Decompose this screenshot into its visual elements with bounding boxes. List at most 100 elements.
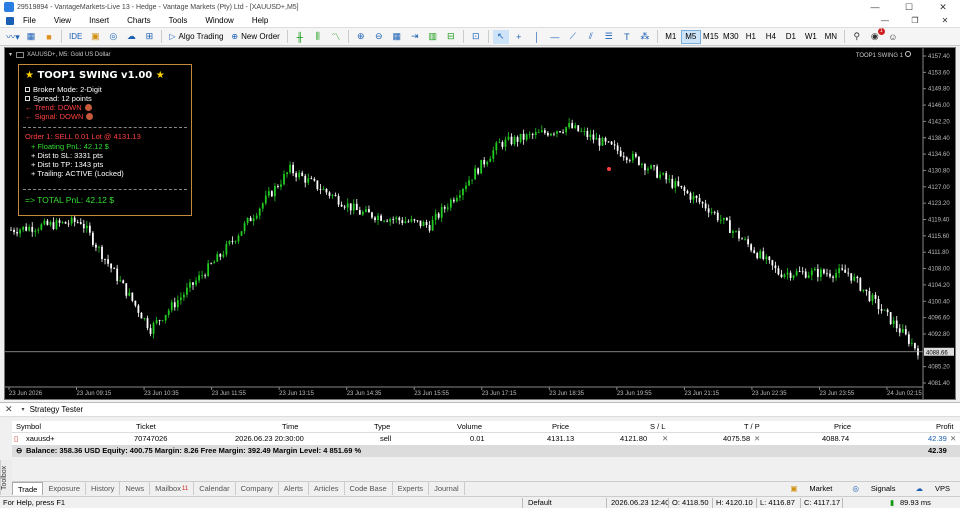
candle-chart-icon[interactable]: ⫼ <box>310 30 326 44</box>
tab-journal[interactable]: Journal <box>429 482 465 495</box>
candle-body <box>483 159 486 165</box>
horizontal-line-icon[interactable]: — <box>547 30 563 44</box>
tf-m5[interactable]: M5 <box>680 29 701 44</box>
toolbox-side-label[interactable]: Toolbox <box>0 460 12 495</box>
text-icon[interactable]: T <box>619 30 635 44</box>
tab-mailbox[interactable]: Mailbox 11 <box>150 482 195 495</box>
ea-name-label[interactable]: TOOP1 SWING 1 <box>856 51 911 59</box>
line-chart-icon[interactable]: 〽 <box>328 30 344 44</box>
tab-articles[interactable]: Articles <box>309 482 345 495</box>
profiles-icon[interactable]: ■ <box>41 30 57 44</box>
strategy-tester-label[interactable]: Strategy Tester <box>30 405 84 414</box>
candle-body <box>252 218 255 222</box>
strategy-tester-icon[interactable]: ⊞ <box>141 30 157 44</box>
candle-body <box>692 195 695 200</box>
tab-trade[interactable]: Trade <box>12 482 44 495</box>
child-minimize-button[interactable]: — <box>870 16 900 25</box>
candle-body <box>352 203 355 211</box>
trendline-icon[interactable]: ⟋ <box>565 30 581 44</box>
candle-body <box>853 276 856 281</box>
fibonacci-icon[interactable]: ☰ <box>601 30 617 44</box>
chart-type-icon[interactable]: 〰▾ <box>5 30 21 44</box>
tf-w1[interactable]: W1 <box>801 30 821 44</box>
tab-alerts[interactable]: Alerts <box>279 482 309 495</box>
price-chart[interactable]: 4157.40 4153.60 4149.80 4146.00 4142.20 4138.… <box>4 47 956 400</box>
child-close-button[interactable]: ✕ <box>930 16 960 25</box>
tf-h4[interactable]: H4 <box>761 30 781 44</box>
tf-m1[interactable]: M1 <box>661 30 681 44</box>
tab-calendar[interactable]: Calendar <box>194 482 236 495</box>
screenshot-icon[interactable]: ⊡ <box>468 30 484 44</box>
cell-tp[interactable]: 4075.58 <box>723 434 750 443</box>
child-restore-button[interactable]: ❐ <box>900 16 930 25</box>
menu-insert[interactable]: Insert <box>80 16 118 25</box>
menu-window[interactable]: Window <box>196 16 242 25</box>
col-current-price[interactable]: Price <box>834 422 851 431</box>
col-ticket[interactable]: Ticket <box>136 422 156 431</box>
chart-shift-icon[interactable]: ▥ <box>425 30 441 44</box>
bar-chart-icon[interactable]: ╫ <box>292 30 308 44</box>
table-row[interactable]: ▯ xauusd+ 70747026 2026.06.23 20:30:00 s… <box>12 433 960 445</box>
notifications-icon[interactable]: ◉ 1 <box>867 27 885 44</box>
chart-menu-arrow-icon[interactable]: ▾ <box>9 51 12 58</box>
cell-sl[interactable]: 4121.80 <box>620 434 647 443</box>
account-icon[interactable]: ☺ <box>885 30 901 44</box>
sl-remove-icon[interactable]: ✕ <box>662 434 668 443</box>
grid-icon[interactable]: ▦ <box>389 30 405 44</box>
close-position-icon[interactable]: ✕ <box>950 434 956 443</box>
col-symbol[interactable]: Symbol <box>16 422 41 431</box>
signals-icon[interactable]: ◎ <box>105 30 121 44</box>
tf-m15[interactable]: M15 <box>701 30 721 44</box>
crosshair-icon[interactable]: + <box>511 30 527 44</box>
col-time[interactable]: Time <box>282 422 298 431</box>
menu-tools[interactable]: Tools <box>160 16 197 25</box>
col-price[interactable]: Price <box>552 422 569 431</box>
menu-file[interactable]: File <box>14 16 45 25</box>
status-profile[interactable]: Default <box>528 498 552 507</box>
zoom-in-icon[interactable]: ⊕ <box>353 30 369 44</box>
candle-body <box>410 219 413 222</box>
ide-button[interactable]: IDE <box>65 30 86 44</box>
new-order-button[interactable]: ⊕ New Order <box>227 30 283 44</box>
tab-code-base[interactable]: Code Base <box>345 482 393 495</box>
signals-link[interactable]: ◎ Signals <box>842 482 905 495</box>
tab-history[interactable]: History <box>86 482 121 495</box>
autoscroll-icon[interactable]: ⇥ <box>407 30 423 44</box>
col-profit[interactable]: Profit <box>936 422 954 431</box>
close-button[interactable]: ✕ <box>926 2 960 13</box>
price-tick-label: 4138.40 <box>928 136 950 142</box>
cursor-icon[interactable]: ↖ <box>492 29 509 44</box>
toolbox-close-button[interactable]: ✕ <box>5 404 13 415</box>
shapes-icon[interactable]: ⁂ <box>637 30 653 44</box>
tp-remove-icon[interactable]: ✕ <box>754 434 760 443</box>
new-chart-icon[interactable]: ▦ <box>23 30 39 44</box>
tf-h1[interactable]: H1 <box>741 30 761 44</box>
indicators-icon[interactable]: ⊟ <box>443 30 459 44</box>
vertical-line-icon[interactable]: │ <box>529 30 545 44</box>
algo-trading-button[interactable]: ▷ Algo Trading <box>165 30 227 44</box>
zoom-out-icon[interactable]: ⊖ <box>371 30 387 44</box>
vps-link[interactable]: ☁ VPS <box>905 482 960 495</box>
col-sl[interactable]: S / L <box>650 422 665 431</box>
tf-d1[interactable]: D1 <box>781 30 801 44</box>
menu-view[interactable]: View <box>45 16 80 25</box>
maximize-button[interactable]: ☐ <box>892 2 926 13</box>
col-type[interactable]: Type <box>374 422 390 431</box>
tab-exposure[interactable]: Exposure <box>43 482 87 495</box>
tab-experts[interactable]: Experts <box>393 482 430 495</box>
market-link[interactable]: ▣ Market <box>780 482 842 495</box>
channel-icon[interactable]: ⫽ <box>583 30 599 44</box>
col-volume[interactable]: Volume <box>457 422 482 431</box>
search-icon[interactable]: ⚲ <box>849 30 865 44</box>
tf-m30[interactable]: M30 <box>721 30 741 44</box>
tab-company[interactable]: Company <box>236 482 279 495</box>
expand-arrow-icon[interactable]: ▾ <box>22 406 25 413</box>
cloud-icon[interactable]: ☁ <box>123 30 139 44</box>
col-tp[interactable]: T / P <box>744 422 760 431</box>
market-icon[interactable]: ▣ <box>87 30 103 44</box>
menu-help[interactable]: Help <box>243 16 277 25</box>
menu-charts[interactable]: Charts <box>118 16 160 25</box>
tab-news[interactable]: News <box>120 482 151 495</box>
minimize-button[interactable]: — <box>858 2 892 13</box>
tf-mn[interactable]: MN <box>821 30 841 44</box>
